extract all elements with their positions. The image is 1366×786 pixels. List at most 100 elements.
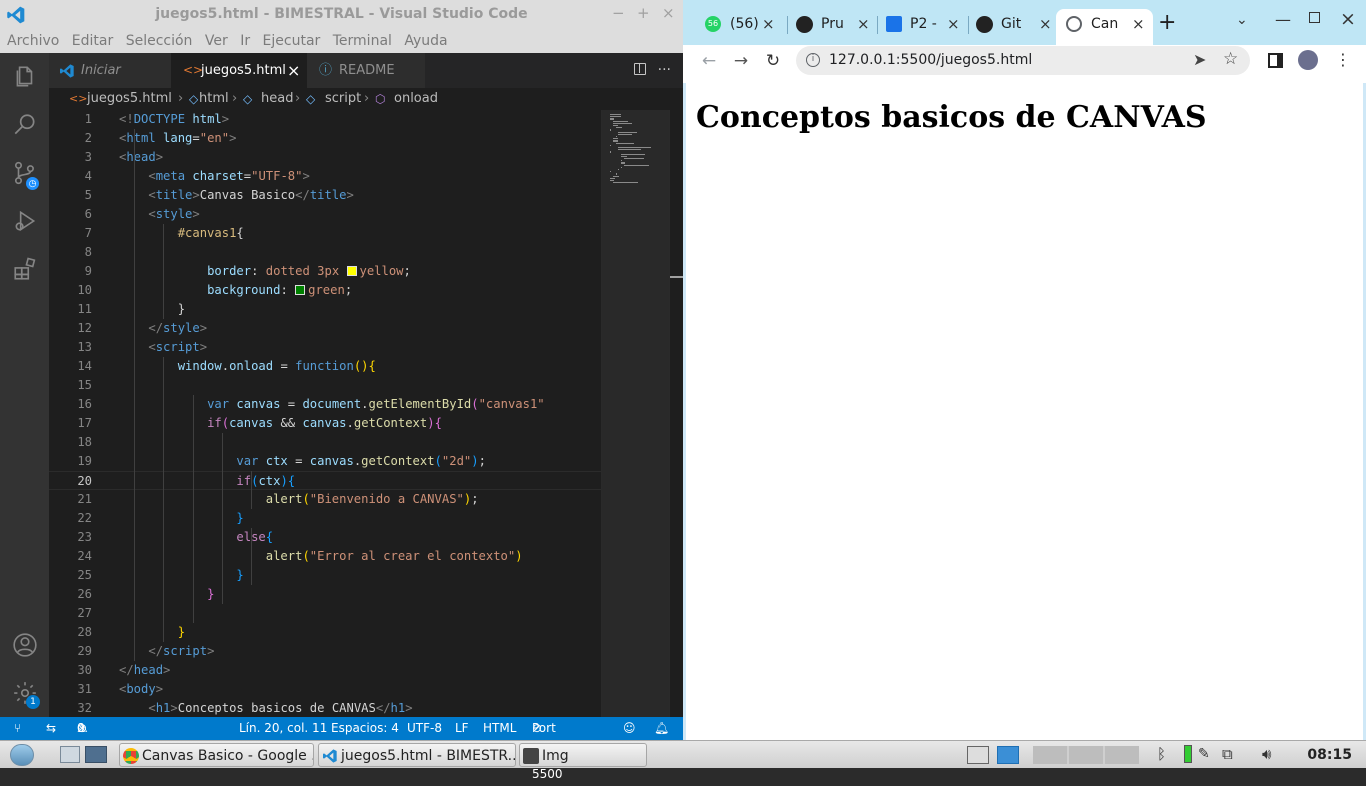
browser-tab-classroom[interactable]: P2 - × bbox=[886, 9, 964, 45]
reload-icon[interactable]: ↻ bbox=[760, 45, 786, 77]
browser-tab-github[interactable]: Git × bbox=[976, 9, 1054, 45]
bluetooth-icon[interactable]: ᛒ bbox=[1157, 745, 1166, 763]
settings-gear-icon[interactable]: 1 bbox=[0, 669, 49, 717]
split-editor-icon[interactable] bbox=[633, 63, 646, 75]
close-window-button[interactable]: × bbox=[662, 4, 675, 22]
code-line[interactable]: 28 } bbox=[49, 623, 601, 642]
live-share-icon[interactable]: ⇆ bbox=[46, 717, 56, 740]
close-window-button[interactable]: × bbox=[1340, 8, 1356, 30]
code-line[interactable]: 27 bbox=[49, 604, 601, 623]
code-line[interactable]: 3 <head> bbox=[49, 148, 601, 167]
code-line[interactable]: 12 </style> bbox=[49, 319, 601, 338]
color-swatch[interactable] bbox=[295, 285, 306, 295]
close-tab-icon[interactable]: × bbox=[287, 53, 300, 88]
browser-tab-github-pru[interactable]: Pru × bbox=[796, 9, 874, 45]
back-arrow-icon[interactable]: ← bbox=[696, 45, 722, 77]
end-of-line[interactable]: LF bbox=[455, 717, 469, 740]
color-swatch[interactable] bbox=[346, 266, 357, 276]
send-icon[interactable]: ➤ bbox=[1193, 50, 1206, 69]
code-line[interactable]: 15 bbox=[49, 376, 601, 395]
menu-seleccion[interactable]: Selección bbox=[126, 29, 193, 53]
language-mode[interactable]: HTML bbox=[483, 717, 516, 740]
address-bar[interactable]: i 127.0.0.1:5500/juegos5.html ➤ ☆ bbox=[796, 46, 1250, 75]
cursor-position[interactable]: Lín. 20, col. 11 bbox=[239, 717, 327, 740]
code-line[interactable]: 1 <!DOCTYPE html> bbox=[49, 110, 601, 129]
code-line[interactable]: 29 </script> bbox=[49, 642, 601, 661]
menu-dots-icon[interactable]: ⋮ bbox=[1335, 50, 1351, 69]
show-desktop-icon[interactable] bbox=[60, 746, 80, 763]
feedback-icon[interactable]: ☺ bbox=[623, 717, 636, 740]
code-line[interactable]: 5 <title>Canvas Basico</title> bbox=[49, 186, 601, 205]
maximize-button[interactable] bbox=[1309, 12, 1320, 23]
menu-archivo[interactable]: Archivo bbox=[7, 29, 59, 53]
search-icon[interactable] bbox=[0, 101, 49, 149]
browser-tab-canvas[interactable]: Can × bbox=[1056, 9, 1153, 45]
code-line[interactable]: 32 <h1>Conceptos basicos de CANVAS</h1> bbox=[49, 699, 601, 717]
workspace-icon[interactable] bbox=[85, 746, 107, 763]
clock[interactable]: 08:15 bbox=[1307, 741, 1352, 769]
code-line[interactable]: 20 if(ctx){ bbox=[49, 471, 601, 490]
code-line[interactable]: 11 } bbox=[49, 300, 601, 319]
breadcrumb-html[interactable]: html bbox=[199, 88, 229, 110]
pager-desktop-2[interactable] bbox=[997, 746, 1019, 764]
code-line[interactable]: 9 border: dotted 3px yellow; bbox=[49, 262, 601, 281]
close-tab-icon[interactable]: × bbox=[857, 9, 870, 39]
extensions-icon[interactable] bbox=[0, 245, 49, 293]
avatar[interactable] bbox=[1298, 50, 1318, 70]
code-line[interactable]: 4 <meta charset="UTF-8"> bbox=[49, 167, 601, 186]
code-line[interactable]: 25 } bbox=[49, 566, 601, 585]
remote-icon[interactable]: ⑂ bbox=[14, 717, 21, 740]
code-line[interactable]: 21 alert("Bienvenido a CANVAS"); bbox=[49, 490, 601, 509]
account-icon[interactable] bbox=[0, 621, 49, 669]
volume-icon[interactable]: 🔊︎ bbox=[1262, 745, 1271, 763]
pager-desktops[interactable] bbox=[1033, 746, 1139, 764]
breadcrumb-head[interactable]: head bbox=[261, 88, 293, 110]
code-line[interactable]: 6 <style> bbox=[49, 205, 601, 224]
close-tab-icon[interactable]: × bbox=[1039, 9, 1052, 39]
more-actions-icon[interactable]: ··· bbox=[658, 62, 671, 78]
clipboard-icon[interactable]: ✎ bbox=[1198, 746, 1210, 762]
tab-iniciar[interactable]: Iniciar bbox=[49, 53, 171, 88]
browser-tab-whatsapp[interactable]: 56 (56) × bbox=[705, 9, 783, 45]
code-line[interactable]: 19 var ctx = canvas.getContext("2d"); bbox=[49, 452, 601, 471]
code-line[interactable]: 22 } bbox=[49, 509, 601, 528]
minimize-button[interactable]: — bbox=[1275, 10, 1291, 29]
code-line[interactable]: 30 </head> bbox=[49, 661, 601, 680]
forward-arrow-icon[interactable]: → bbox=[728, 45, 754, 77]
bookmark-star-icon[interactable]: ☆ bbox=[1223, 49, 1238, 69]
breadcrumb-script[interactable]: script bbox=[325, 88, 361, 110]
editor-scrollbar[interactable] bbox=[669, 110, 684, 717]
taskbar-item-vscode[interactable]: juegos5.html - BIMESTR... bbox=[318, 743, 516, 767]
tab-readme[interactable]: ⓘ README bbox=[307, 53, 425, 88]
run-debug-icon[interactable] bbox=[0, 197, 49, 245]
code-line[interactable]: 13 <script> bbox=[49, 338, 601, 357]
code-line[interactable]: 17 if(canvas && canvas.getContext){ bbox=[49, 414, 601, 433]
code-line[interactable]: 16 var canvas = document.getElementById(… bbox=[49, 395, 601, 414]
code-line[interactable]: 23 else{ bbox=[49, 528, 601, 547]
close-tab-icon[interactable]: × bbox=[947, 9, 960, 39]
menu-ver[interactable]: Ver bbox=[205, 29, 228, 53]
side-panel-icon[interactable] bbox=[1268, 53, 1283, 68]
menu-terminal[interactable]: Terminal bbox=[333, 29, 392, 53]
menu-ir[interactable]: Ir bbox=[240, 29, 250, 53]
code-line[interactable]: 10 background: green; bbox=[49, 281, 601, 300]
network-icon[interactable]: ⧉ bbox=[1222, 745, 1233, 763]
explorer-icon[interactable] bbox=[0, 53, 49, 101]
code-line[interactable]: 31 <body> bbox=[49, 680, 601, 699]
maximize-button[interactable]: + bbox=[637, 4, 650, 22]
battery-icon[interactable] bbox=[1184, 745, 1192, 763]
close-tab-icon[interactable]: × bbox=[762, 9, 775, 39]
minimize-button[interactable]: − bbox=[612, 4, 625, 22]
taskbar-item-chrome[interactable]: Canvas Basico - Google ... bbox=[119, 743, 314, 767]
start-menu-icon[interactable] bbox=[10, 744, 34, 766]
breadcrumb-file[interactable]: juegos5.html bbox=[87, 88, 172, 110]
chevron-down-icon[interactable]: ⌄ bbox=[1236, 12, 1248, 28]
code-line[interactable]: 18 bbox=[49, 433, 601, 452]
menu-editar[interactable]: Editar bbox=[72, 29, 113, 53]
notifications-bell-icon[interactable]: 🔔︎ bbox=[654, 717, 669, 740]
code-line[interactable]: 24 alert("Error al crear el contexto") bbox=[49, 547, 601, 566]
breadcrumb-onload[interactable]: onload bbox=[394, 88, 438, 110]
pager-desktop-1[interactable] bbox=[967, 746, 989, 764]
site-info-icon[interactable]: i bbox=[806, 53, 820, 67]
tab-juegos5[interactable]: <> juegos5.html × bbox=[171, 53, 307, 88]
